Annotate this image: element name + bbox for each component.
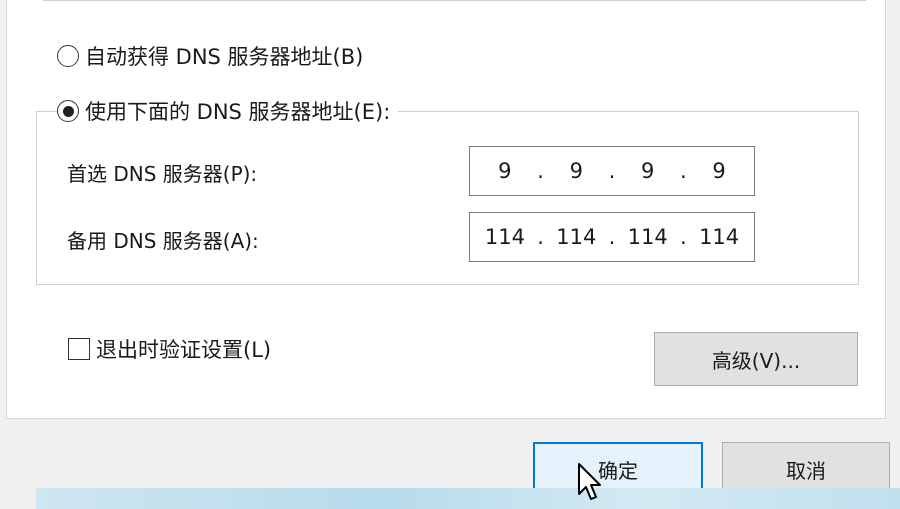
ip-dot: . [680, 159, 687, 183]
manual-dns-groupbox: 首选 DNS 服务器(P): 9 . 9 . 9 . 9 备用 DNS 服务器(… [36, 111, 859, 285]
mouse-cursor-icon [578, 463, 601, 500]
validate-on-exit-box[interactable] [68, 338, 90, 360]
alternate-dns-octet-1[interactable]: 114 [485, 225, 525, 249]
validate-on-exit-label: 退出时验证设置(L) [96, 338, 272, 362]
preferred-dns-octet-4[interactable]: 9 [699, 159, 739, 183]
preferred-dns-octet-1[interactable]: 9 [485, 159, 525, 183]
advanced-button[interactable]: 高级(V)... [654, 332, 858, 386]
preferred-dns-label: 首选 DNS 服务器(P): [67, 162, 258, 186]
alternate-dns-octet-2[interactable]: 114 [556, 225, 596, 249]
ip-dot: . [537, 225, 544, 249]
ip-dot: . [537, 159, 544, 183]
alternate-dns-label: 备用 DNS 服务器(A): [67, 229, 259, 253]
ip-dot: . [608, 159, 616, 183]
ip-dot: . [608, 225, 616, 249]
alternate-dns-input[interactable]: 114 . 114 . 114 . 114 [469, 212, 755, 262]
radio-auto-dns-label: 自动获得 DNS 服务器地址(B) [85, 45, 364, 69]
validate-on-exit-checkbox[interactable]: 退出时验证设置(L) [68, 334, 271, 364]
preferred-dns-octet-3[interactable]: 9 [628, 159, 668, 183]
previous-groupbox-edge [43, 0, 866, 1]
radio-manual-dns-circle[interactable] [57, 100, 79, 122]
radio-auto-dns-circle[interactable] [57, 45, 79, 67]
preferred-dns-input[interactable]: 9 . 9 . 9 . 9 [469, 146, 755, 196]
alternate-dns-octet-4[interactable]: 114 [699, 225, 739, 249]
desktop-background-strip [36, 488, 900, 509]
ip-dot: . [680, 225, 687, 249]
radio-auto-dns[interactable]: 自动获得 DNS 服务器地址(B) [57, 41, 364, 71]
preferred-dns-octet-2[interactable]: 9 [556, 159, 596, 183]
radio-manual-dns[interactable]: 使用下面的 DNS 服务器地址(E): [57, 96, 399, 126]
radio-manual-dns-label: 使用下面的 DNS 服务器地址(E): [85, 100, 391, 124]
alternate-dns-octet-3[interactable]: 114 [628, 225, 668, 249]
